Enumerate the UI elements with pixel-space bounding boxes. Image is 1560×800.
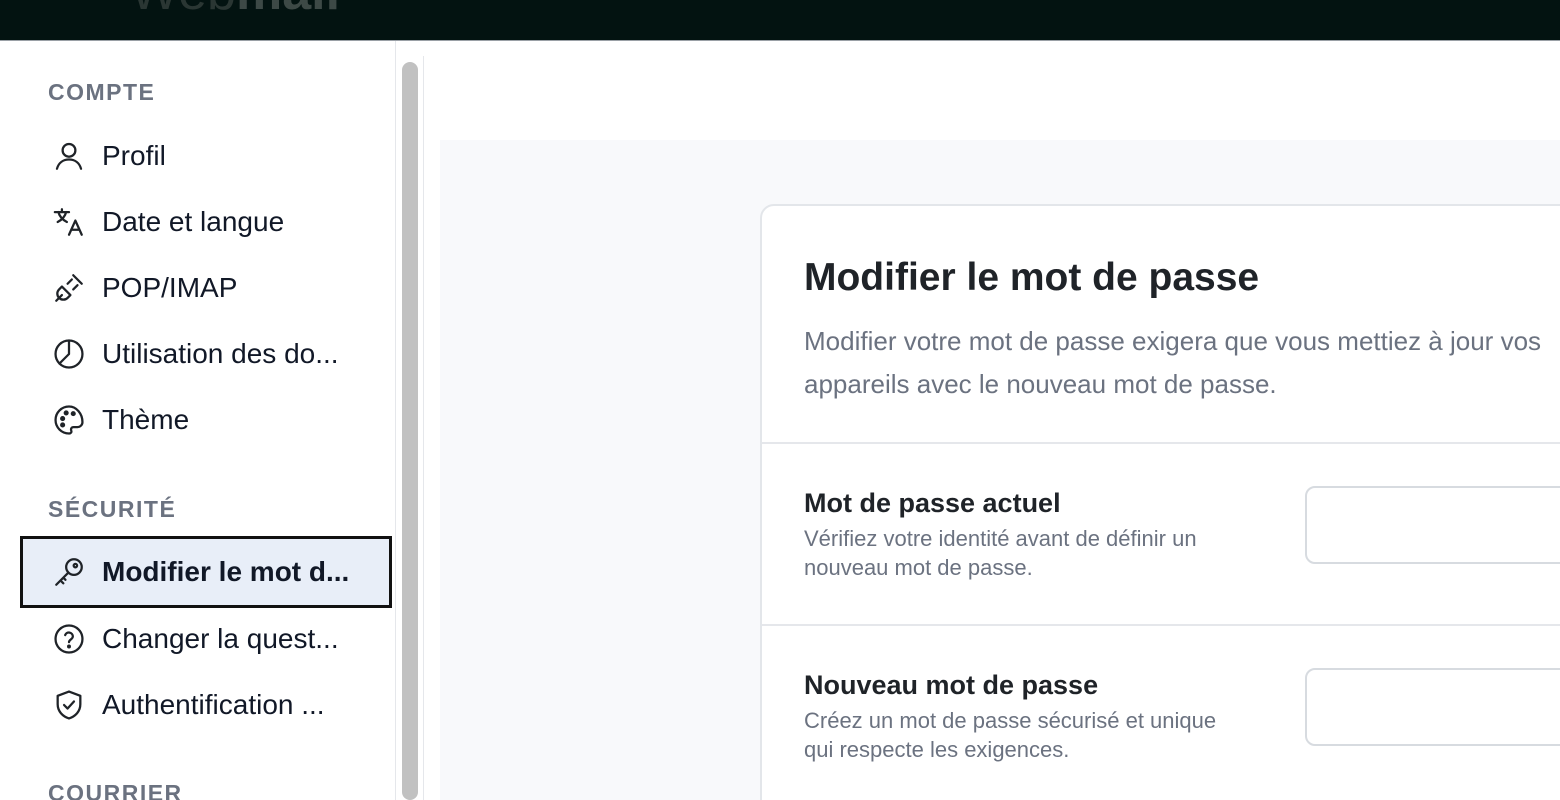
sidebar-item-label: POP/IMAP: [102, 272, 238, 303]
sidebar-item-label: Authentification ...: [102, 689, 325, 720]
page-title: Modifier le mot de passe: [804, 256, 1260, 299]
current-password-label: Mot de passe actuel: [804, 488, 1061, 518]
sidebar-item-authentification[interactable]: Authentification ...: [20, 669, 392, 741]
new-password-label: Nouveau mot de passe: [804, 670, 1099, 700]
section-title-compte: COMPTE: [48, 79, 156, 105]
card-description: Modifier votre mot de passe exigera que …: [804, 326, 1542, 399]
sidebar-item-date-langue[interactable]: Date et langue: [20, 186, 392, 258]
sidebar-item-profil[interactable]: Profil: [20, 120, 392, 192]
sidebar-item-pop-imap[interactable]: POP/IMAP: [20, 252, 392, 324]
sidebar-item-utilisation[interactable]: Utilisation des do...: [20, 318, 392, 390]
sidebar-item-label: Thème: [102, 404, 190, 435]
translate-icon: [52, 205, 86, 239]
section-title-securite: SÉCURITÉ: [48, 496, 177, 522]
question-circle-icon: [52, 622, 86, 656]
current-password-input[interactable]: [1305, 486, 1560, 564]
current-password-hint: Vérifiez votre identité avant de définir…: [804, 526, 1197, 580]
pie-chart-icon: [52, 337, 86, 371]
shield-check-icon: [52, 688, 86, 722]
sidebar-item-theme[interactable]: Thème: [20, 384, 392, 456]
change-password-card: Modifier le mot de passe Modifier votre …: [760, 204, 1560, 800]
section-title-courrier: COURRIER: [48, 780, 183, 800]
divider: [762, 442, 1560, 444]
user-icon: [52, 139, 86, 173]
key-icon: [52, 555, 86, 589]
sidebar-item-label: Date et langue: [102, 206, 285, 237]
sidebar-item-label: Utilisation des do...: [102, 338, 339, 369]
settings-sidebar: COMPTE Profil Date et langue POP/IMAP Ut…: [0, 41, 396, 800]
new-password-hint: Créez un mot de passe sécurisé et unique…: [804, 708, 1217, 762]
divider: [762, 624, 1560, 626]
plug-icon: [52, 271, 86, 305]
sidebar-item-label: Modifier le mot d...: [102, 556, 350, 587]
sidebar-item-label: Changer la quest...: [102, 623, 339, 654]
new-password-input[interactable]: [1305, 668, 1560, 746]
palette-icon: [52, 403, 86, 437]
sidebar-scrollbar-thumb[interactable]: [402, 62, 418, 800]
sidebar-item-modifier-mot-de-passe[interactable]: Modifier le mot d...: [20, 536, 392, 608]
brand-logo[interactable]: Webmail: [130, 0, 340, 18]
top-bar: Webmail: [0, 0, 1560, 41]
sidebar-item-changer-question[interactable]: Changer la quest...: [20, 603, 392, 675]
sidebar-item-label: Profil: [102, 140, 166, 171]
